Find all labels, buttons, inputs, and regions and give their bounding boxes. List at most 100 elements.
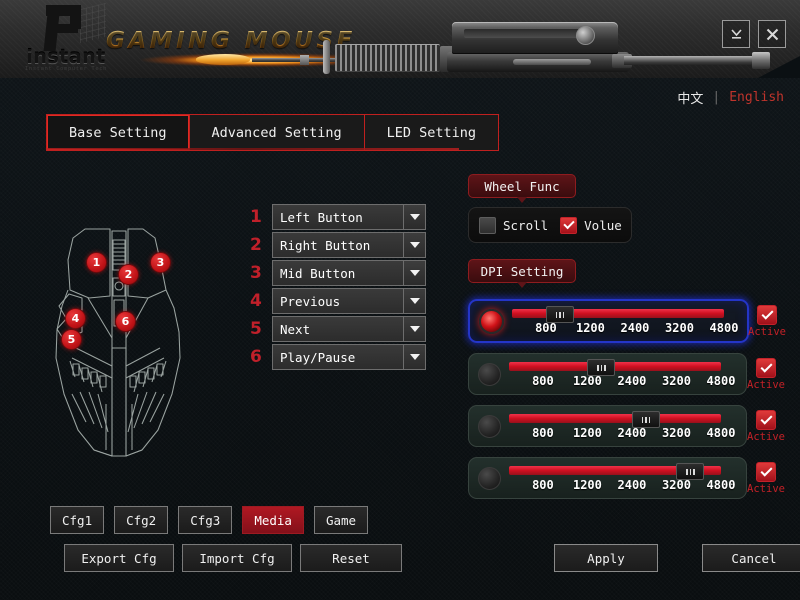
wheel-func-header: Wheel Func xyxy=(468,174,576,203)
key-row: 6 Play/Pause xyxy=(250,343,426,371)
action-buttons: Apply Cancel xyxy=(554,544,800,572)
language-chinese[interactable]: 中文 xyxy=(677,88,703,107)
language-separator: | xyxy=(712,90,721,105)
minimize-icon xyxy=(730,28,742,39)
key-dropdown-5[interactable]: Next xyxy=(272,316,426,342)
dpi-tick-1200: 1200 xyxy=(572,426,602,440)
dpi-tick-4800: 4800 xyxy=(709,321,739,335)
mouse-badge-5[interactable]: 5 xyxy=(61,329,82,350)
profile-button-media[interactable]: Media xyxy=(242,506,304,534)
key-dropdown-1[interactable]: Left Button xyxy=(272,204,426,230)
dpi-row-3[interactable]: 800 1200 2400 3200 4800 Active xyxy=(468,405,785,447)
tab-advanced-setting[interactable]: Advanced Setting xyxy=(189,115,365,150)
dpi-row-1[interactable]: 800 1200 2400 3200 4800 Active xyxy=(468,299,786,343)
language-english[interactable]: English xyxy=(729,90,784,105)
key-dropdown-6[interactable]: Play/Pause xyxy=(272,344,426,370)
key-dropdown-2-value: Right Button xyxy=(280,237,371,253)
window-controls xyxy=(722,20,786,48)
key-number-3: 3 xyxy=(250,263,262,283)
mouse-badge-1[interactable]: 1 xyxy=(86,252,107,273)
dpi-slider-3[interactable]: 800 1200 2400 3200 4800 xyxy=(509,411,735,441)
apply-button[interactable]: Apply xyxy=(554,544,658,572)
dpi-active-label-3: Active xyxy=(747,430,785,443)
key-dropdown-3[interactable]: Mid Button xyxy=(272,260,426,286)
key-dropdown-3-value: Mid Button xyxy=(280,265,356,281)
rifle-knob-graphic xyxy=(576,26,595,45)
volume-label: Volue xyxy=(584,217,622,233)
mouse-badge-3[interactable]: 3 xyxy=(150,252,171,273)
bullet-graphic xyxy=(196,54,250,65)
profile-button-cfg2[interactable]: Cfg2 xyxy=(114,506,169,534)
chevron-down-icon xyxy=(403,345,425,369)
config-io-buttons: Export Cfg Import Cfg Reset xyxy=(64,544,402,572)
dpi-active-checkbox-1[interactable] xyxy=(757,304,777,325)
dpi-led-1-icon xyxy=(479,308,504,334)
dpi-tick-2400: 2400 xyxy=(617,374,647,388)
dpi-ticks-3: 800 1200 2400 3200 4800 xyxy=(509,426,735,441)
dpi-tick-800: 800 xyxy=(532,426,554,440)
rifle-barrel-graphic xyxy=(624,56,754,65)
key-number-1: 1 xyxy=(250,207,262,227)
chevron-down-icon xyxy=(403,289,425,313)
key-dropdown-4[interactable]: Previous xyxy=(272,288,426,314)
dpi-track-1 xyxy=(512,309,724,318)
dpi-tick-3200: 3200 xyxy=(662,478,691,492)
reset-button[interactable]: Reset xyxy=(300,544,402,572)
banner-title: GAMING MOUSE xyxy=(106,28,356,54)
scroll-checkbox[interactable] xyxy=(479,216,496,234)
import-cfg-button[interactable]: Import Cfg xyxy=(182,544,292,572)
mouse-badge-4[interactable]: 4 xyxy=(65,308,86,329)
volume-checkbox[interactable] xyxy=(560,216,578,234)
key-row: 2 Right Button xyxy=(250,231,426,259)
mouse-diagram: 1 2 3 4 5 6 xyxy=(42,198,242,460)
logo-subtitle: Instant Computer Tech xyxy=(24,66,108,72)
dpi-led-4-icon xyxy=(478,466,501,490)
dpi-tick-800: 800 xyxy=(535,321,557,335)
key-row: 3 Mid Button xyxy=(250,259,426,287)
dpi-slider-4[interactable]: 800 1200 2400 3200 4800 xyxy=(509,463,735,493)
dpi-track-3 xyxy=(509,414,721,423)
key-dropdown-1-value: Left Button xyxy=(280,209,363,225)
rifle-coil-cap-graphic xyxy=(323,40,330,74)
tab-base-setting[interactable]: Base Setting xyxy=(47,115,190,150)
profile-button-cfg1[interactable]: Cfg1 xyxy=(50,506,105,534)
rifle-rod-collar-graphic xyxy=(300,55,309,65)
key-dropdown-6-value: Play/Pause xyxy=(280,349,356,365)
dpi-tick-800: 800 xyxy=(532,478,554,492)
dpi-slider-2[interactable]: 800 1200 2400 3200 4800 xyxy=(509,359,735,389)
minimize-button[interactable] xyxy=(722,20,750,48)
language-selector: 中文 | English xyxy=(677,88,784,107)
dpi-ticks-4: 800 1200 2400 3200 4800 xyxy=(509,478,735,493)
dpi-tick-4800: 4800 xyxy=(706,478,736,492)
dpi-active-checkbox-2[interactable] xyxy=(756,357,776,378)
dpi-ticks-1: 800 1200 2400 3200 4800 xyxy=(512,321,738,336)
key-dropdown-2[interactable]: Right Button xyxy=(272,232,426,258)
cancel-button[interactable]: Cancel xyxy=(702,544,800,572)
key-assignment-list: 1 Left Button 2 Right Button 3 Mid Butto… xyxy=(250,203,426,371)
dpi-slider-1[interactable]: 800 1200 2400 3200 4800 xyxy=(512,306,738,336)
dpi-active-checkbox-3[interactable] xyxy=(756,409,776,430)
export-cfg-button[interactable]: Export Cfg xyxy=(64,544,174,572)
scroll-label: Scroll xyxy=(503,217,549,233)
dpi-tick-2400: 2400 xyxy=(620,321,650,335)
dpi-row-2[interactable]: 800 1200 2400 3200 4800 Active xyxy=(468,353,785,395)
rifle-lower-graphic xyxy=(447,52,629,72)
mouse-badge-2[interactable]: 2 xyxy=(118,264,139,285)
rifle-muzzle-graphic xyxy=(752,52,770,69)
dpi-active-checkbox-4[interactable] xyxy=(756,461,776,482)
profile-button-game[interactable]: Game xyxy=(313,506,369,534)
mouse-badge-6[interactable]: 6 xyxy=(115,311,136,332)
rifle-coil-graphic xyxy=(335,44,440,72)
key-number-5: 5 xyxy=(250,319,262,339)
dpi-active-3: Active xyxy=(747,406,785,446)
dpi-active-label-2: Active xyxy=(747,378,785,391)
tab-bar: Base Setting Advanced Setting LED Settin… xyxy=(46,114,499,151)
dpi-row-4[interactable]: 800 1200 2400 3200 4800 Active xyxy=(468,457,785,499)
dpi-active-4: Active xyxy=(747,458,785,498)
profile-button-cfg3[interactable]: Cfg3 xyxy=(178,506,233,534)
chevron-down-icon xyxy=(403,205,425,229)
tab-led-setting[interactable]: LED Setting xyxy=(364,115,498,150)
close-button[interactable] xyxy=(758,20,786,48)
close-icon xyxy=(766,28,778,40)
dpi-active-2: Active xyxy=(747,354,785,394)
